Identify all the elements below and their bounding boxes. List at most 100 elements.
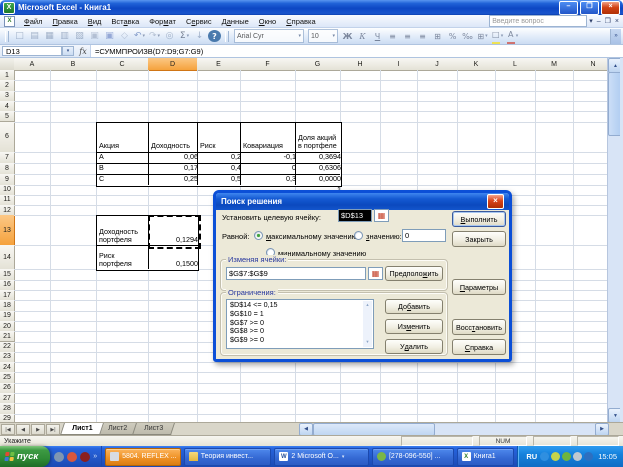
spelling-icon[interactable]: ▣: [88, 30, 101, 43]
reset-button[interactable]: Восстановить: [452, 319, 506, 335]
borders-icon[interactable]: ⊞▾: [476, 30, 489, 43]
change-constraint-button[interactable]: Изменить: [385, 319, 443, 334]
tab-nav-icon-3[interactable]: ▶|: [46, 424, 60, 435]
underline-icon[interactable]: Ч: [371, 30, 384, 43]
add-constraint-button[interactable]: Добавить: [385, 299, 443, 314]
solve-button[interactable]: Выполнить: [452, 211, 506, 227]
constraint-item[interactable]: $G$9 >= 0: [230, 336, 362, 345]
menu-window[interactable]: Окно: [254, 16, 281, 27]
column-header-L[interactable]: L: [495, 58, 536, 71]
column-header-M[interactable]: M: [535, 58, 574, 71]
sort-asc-icon[interactable]: ↓: [193, 30, 206, 43]
percent-icon[interactable]: %: [446, 30, 459, 43]
column-header-I[interactable]: I: [380, 58, 418, 71]
name-box[interactable]: D13: [2, 46, 62, 56]
tray-icon-icq[interactable]: [562, 452, 571, 461]
quick-launch-more-icon[interactable]: »: [93, 453, 97, 460]
column-header-E[interactable]: E: [197, 58, 241, 71]
format-painter-icon[interactable]: ◇: [118, 30, 131, 43]
scroll-right-icon[interactable]: ▶: [595, 423, 609, 436]
column-header-D[interactable]: D: [148, 58, 198, 71]
tray-icon-help[interactable]: [584, 452, 593, 461]
question-box[interactable]: Введите вопрос: [489, 15, 587, 27]
cell-C7[interactable]: A: [97, 153, 151, 163]
column-header-F[interactable]: F: [240, 58, 296, 71]
cell-D14[interactable]: 0,1500: [149, 246, 200, 269]
tab-nav-icon-1[interactable]: ◀: [16, 424, 30, 435]
horizontal-scroll-thumb[interactable]: [313, 423, 435, 436]
quick-launch-icon-2[interactable]: [67, 452, 77, 462]
cell-G8[interactable]: 0,6306: [296, 164, 343, 174]
restore-button[interactable]: ❐: [580, 1, 599, 15]
close-button[interactable]: ×: [601, 1, 620, 15]
start-button[interactable]: пуск: [0, 446, 50, 467]
cell-F6[interactable]: Ковариация: [241, 123, 298, 152]
horizontal-scrollbar[interactable]: ◀ ▶: [299, 423, 623, 435]
cell-D6[interactable]: Доходность: [149, 123, 200, 152]
dialog-title-bar[interactable]: Поиск решения ×: [216, 193, 509, 210]
minimize-button[interactable]: –: [559, 1, 578, 15]
radio-value-of[interactable]: [354, 231, 363, 240]
radio-value-label[interactable]: значению:: [366, 232, 402, 241]
cell-D9[interactable]: 0,25: [149, 175, 200, 185]
help-icon[interactable]: ?: [208, 30, 221, 42]
menu-tools[interactable]: Сервис: [181, 16, 217, 27]
menu-edit[interactable]: Правка: [47, 16, 82, 27]
insert-function-icon[interactable]: fx: [76, 45, 91, 57]
row-header-29[interactable]: 29: [0, 414, 15, 422]
merge-center-icon[interactable]: ⊞: [431, 30, 444, 43]
toolbar-options-icon[interactable]: »: [610, 29, 621, 44]
range-picker-icon[interactable]: ▦: [368, 267, 383, 280]
print-icon[interactable]: ▥: [58, 30, 71, 43]
taskbar-button-task-5804-reflex[interactable]: 5804. REFLEX ...: [105, 448, 181, 466]
sheet-tab-sheet3[interactable]: Лист3: [132, 423, 175, 435]
tray-icon-antivirus[interactable]: [551, 452, 560, 461]
taskbar-button-task-icq[interactable]: [278-096-550] ...: [372, 448, 454, 466]
paste-icon[interactable]: ▣: [103, 30, 116, 43]
cell-E9[interactable]: 0,5: [198, 175, 243, 185]
row-header-14[interactable]: 14: [0, 245, 15, 270]
autosum-icon[interactable]: Σ▾: [178, 30, 191, 43]
cell-F9[interactable]: 0,3: [241, 175, 298, 185]
workbook-minimize-button[interactable]: –: [595, 18, 603, 25]
options-button[interactable]: Параметры: [452, 279, 506, 295]
italic-icon[interactable]: К: [356, 30, 369, 43]
constraints-list[interactable]: $D$14 <= 0,15$G$10 = 1$G$7 >= 0$G$8 >= 0…: [226, 299, 374, 349]
cell-D8[interactable]: 0,17: [149, 164, 200, 174]
vertical-scrollbar[interactable]: ▲ ▼: [607, 58, 620, 422]
menu-view[interactable]: Вид: [83, 16, 107, 27]
delete-constraint-button[interactable]: Удалить: [385, 339, 443, 354]
increase-decimal-icon[interactable]: ‰: [461, 30, 474, 43]
quick-launch-icon-3[interactable]: [80, 452, 90, 462]
cell-C9[interactable]: C: [97, 175, 151, 185]
taskbar-button-task-excel-kniga1[interactable]: XКнига1: [457, 448, 515, 466]
undo-icon[interactable]: ↶▾: [133, 30, 146, 43]
target-cell-field[interactable]: $D$13: [338, 209, 372, 222]
list-scrollbar[interactable]: ▲▼: [363, 301, 372, 347]
scroll-up-icon[interactable]: ▲: [366, 301, 370, 310]
cell-G7[interactable]: 0,3694: [296, 153, 343, 163]
tab-nav-icon-2[interactable]: ▶: [31, 424, 45, 435]
close-dialog-button[interactable]: Закрыть: [452, 231, 506, 247]
radio-min-label[interactable]: минимальному значению: [278, 249, 366, 258]
cell-G9[interactable]: 0,0000: [296, 175, 343, 185]
font-size-combo[interactable]: 10 ▾: [308, 29, 338, 43]
column-header-J[interactable]: J: [417, 58, 458, 71]
taskbar-button-task-word-group[interactable]: W2 Microsoft O...▾: [274, 448, 369, 466]
column-header-H[interactable]: H: [340, 58, 381, 71]
quick-launch-icon-1[interactable]: [54, 452, 64, 462]
toolbar-grip[interactable]: [5, 31, 9, 42]
print-preview-icon[interactable]: ▧: [73, 30, 86, 43]
tab-nav-icon-0[interactable]: |◀: [1, 424, 15, 435]
toolbar-grip[interactable]: [225, 31, 229, 42]
open-icon[interactable]: ▤: [28, 30, 41, 43]
tray-icon-updates[interactable]: [540, 452, 549, 461]
workbook-restore-button[interactable]: ❐: [603, 17, 613, 25]
column-header-B[interactable]: B: [50, 58, 97, 71]
cell-E6[interactable]: Риск: [198, 123, 243, 152]
column-header-K[interactable]: K: [457, 58, 496, 71]
column-header-C[interactable]: C: [96, 58, 149, 71]
radio-max-label[interactable]: максимальному значению: [266, 232, 357, 241]
font-color-icon[interactable]: А▾: [506, 30, 519, 43]
value-of-field[interactable]: 0: [402, 229, 446, 242]
